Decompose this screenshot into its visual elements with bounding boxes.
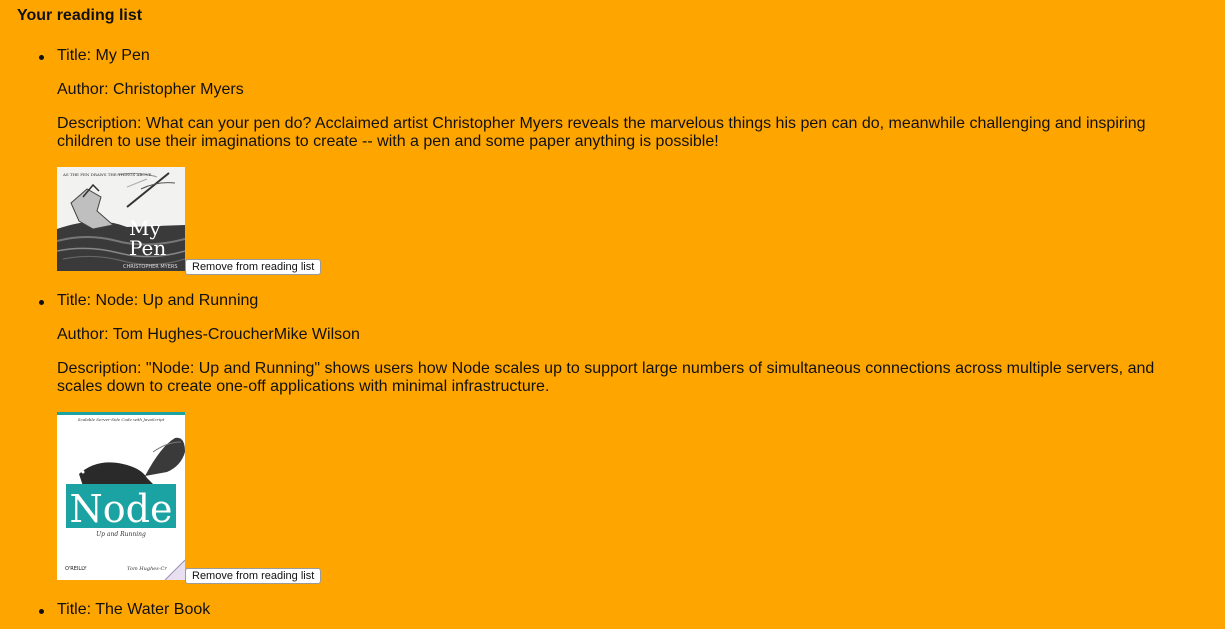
- book-description: Description: What can your pen do? Accla…: [57, 115, 1146, 150]
- cover-top-text: AS THE PEN DRAWS THE THINGS ABOVE...: [62, 172, 155, 177]
- cover-author-text: CHRISTOPHER MYERS: [123, 264, 178, 270]
- node-cover-art: Scalable Server-Side Code with JavaScrip…: [57, 412, 185, 580]
- book-author: Author: Christopher Myers: [57, 81, 244, 98]
- remove-from-reading-list-button[interactable]: Remove from reading list: [185, 259, 322, 275]
- cover-publisher: O'REILLY: [65, 566, 87, 572]
- book-description: Description: "Node: Up and Running" show…: [57, 360, 1155, 395]
- book-title: Title: Node: Up and Running: [57, 292, 259, 309]
- cover-author-text: Tom Hughes-Cr: [127, 566, 167, 572]
- book-cover-image: AS THE PEN DRAWS THE THINGS ABOVE... My …: [57, 167, 185, 271]
- book-cover-image: Scalable Server-Side Code with JavaScrip…: [57, 412, 185, 580]
- book-title: Title: The Water Book: [57, 601, 211, 618]
- cover-title: Node: [70, 487, 173, 531]
- reading-list-page: Your reading list Title: My Pen Author: …: [0, 0, 1225, 629]
- cover-subtitle: Up and Running: [96, 531, 146, 538]
- cover-tagline: Scalable Server-Side Code with JavaScrip…: [78, 417, 165, 422]
- cover-title-line2: Pen: [129, 236, 166, 260]
- book-author: Author: Tom Hughes-CroucherMike Wilson: [57, 326, 360, 343]
- bullet-icon: [39, 55, 44, 60]
- bullet-icon: [39, 300, 44, 305]
- remove-from-reading-list-button[interactable]: Remove from reading list: [185, 568, 322, 584]
- my-pen-cover-art: AS THE PEN DRAWS THE THINGS ABOVE... My …: [57, 167, 185, 271]
- bullet-icon: [39, 609, 44, 614]
- page-title: Your reading list: [17, 7, 143, 24]
- book-title: Title: My Pen: [57, 47, 150, 64]
